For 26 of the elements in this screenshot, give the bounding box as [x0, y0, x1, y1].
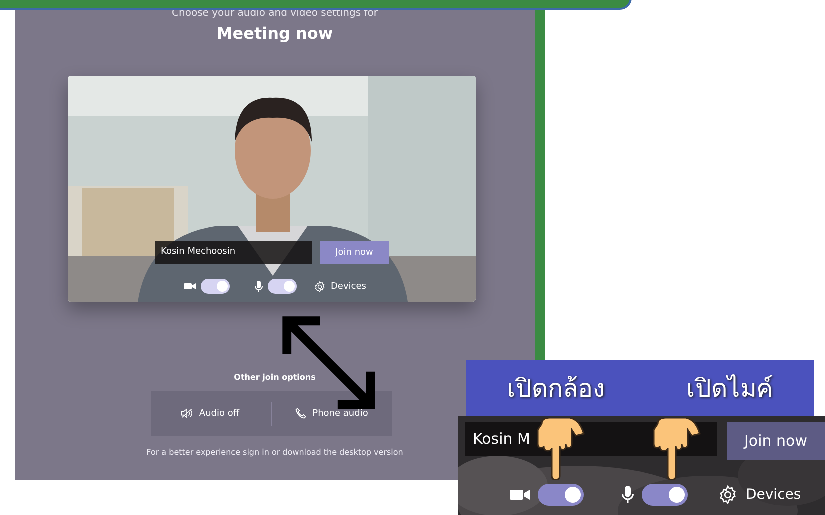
callout-label: เปิดกล้อง — [506, 373, 605, 405]
speaker-muted-icon — [181, 408, 194, 419]
toggle-switch[interactable] — [538, 484, 584, 506]
pointing-hand-icon — [536, 418, 586, 480]
toggle-switch[interactable] — [268, 279, 297, 294]
join-now-button[interactable]: Join now — [727, 422, 825, 460]
join-option-button[interactable]: Phone audio — [272, 391, 392, 436]
video-camera-icon — [510, 488, 530, 502]
callout-label: เปิดไมค์ — [686, 373, 774, 405]
pointing-hand-icon — [652, 418, 702, 480]
meeting-title: Meeting now — [216, 24, 334, 43]
section-heading: Other join options — [234, 373, 316, 382]
name-field[interactable]: Kosin Mechoosin — [155, 241, 312, 264]
toggle-switch[interactable] — [201, 279, 230, 294]
settings-icon — [718, 485, 738, 505]
microphone-icon — [255, 280, 263, 292]
footer-text: For a better experience sign in or download the desktop version — [146, 448, 404, 457]
devices-button[interactable]: Devices — [331, 282, 366, 292]
microphone-icon — [622, 486, 634, 504]
join-now-button[interactable]: Join now — [320, 241, 389, 264]
toggle-switch[interactable] — [642, 484, 688, 506]
phone-icon — [294, 408, 307, 419]
devices-button[interactable]: Devices — [746, 487, 802, 503]
video-camera-icon — [184, 282, 196, 291]
join-option-button[interactable]: Audio off — [150, 391, 270, 436]
settings-icon — [314, 280, 326, 292]
